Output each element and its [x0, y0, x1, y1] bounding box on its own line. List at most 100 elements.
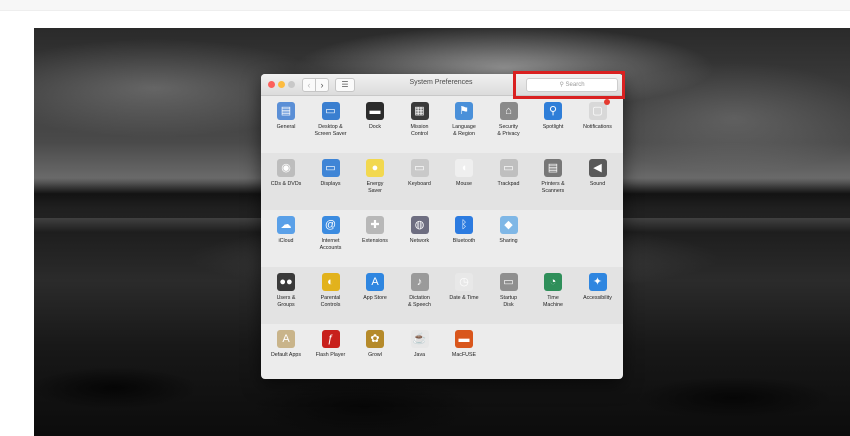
preference-label: Energy Saver — [366, 181, 384, 194]
preference-pane[interactable]: ◍ Network — [398, 216, 442, 245]
preference-pane[interactable]: ▭ Desktop & Screen Saver — [309, 102, 353, 137]
preference-label: Flash Player — [315, 352, 346, 358]
preference-pane[interactable]: ▭ Keyboard — [398, 159, 442, 188]
preference-label: Growl — [368, 352, 382, 358]
printer-icon: ▤ — [544, 159, 562, 177]
app-store-icon: A — [366, 273, 384, 291]
preference-pane[interactable]: ◉ CDs & DVDs — [264, 159, 308, 188]
desktop-icon: ▭ — [321, 102, 340, 120]
preference-label: Dictation & Speech — [408, 295, 431, 308]
preference-pane[interactable]: ●● Users & Groups — [264, 273, 308, 308]
preference-label: Internet Accounts — [319, 238, 342, 251]
preference-pane[interactable]: ◔ Time Machine — [531, 273, 575, 308]
preference-label: Mouse — [456, 181, 472, 187]
house-lock-icon: ⌂ — [499, 102, 518, 120]
preference-pane[interactable]: ƒ Flash Player — [309, 330, 353, 359]
microphone-icon: ♪ — [410, 273, 429, 291]
preference-pane[interactable]: ▤ General — [264, 102, 308, 131]
preference-pane[interactable]: @ Internet Accounts — [309, 216, 353, 251]
preference-pane[interactable]: ▬ MacFUSE — [442, 330, 486, 359]
preference-pane[interactable]: ● Energy Saver — [353, 159, 397, 194]
preference-label: General — [276, 124, 296, 130]
preference-pane[interactable]: ◷ Date & Time — [442, 273, 486, 302]
preference-label: Bluetooth — [452, 238, 476, 244]
preference-pane[interactable]: ✦ Accessibility — [576, 273, 620, 302]
preference-row: ●● Users & Groups ◐ Parental Controls A App S… — [261, 267, 623, 324]
trackpad-icon: ▭ — [499, 159, 518, 177]
flash-icon: ƒ — [321, 330, 340, 348]
preference-pane[interactable]: ◆ Sharing — [487, 216, 531, 245]
preference-pane[interactable]: ▢ Notifications — [576, 99, 620, 131]
preference-pane[interactable]: ᛒ Bluetooth — [442, 216, 486, 245]
preference-label: MacFUSE — [451, 352, 477, 358]
preference-label: Mission Control — [410, 124, 429, 137]
preference-label: Users & Groups — [276, 295, 296, 308]
notifications-icon: ▢ — [588, 99, 610, 120]
preference-pane[interactable]: ◖ Mouse — [442, 159, 486, 188]
preference-pane[interactable]: ✚ Extensions — [353, 216, 397, 245]
time-machine-icon: ◔ — [544, 273, 562, 291]
preference-pane[interactable]: ◐ Parental Controls — [309, 273, 353, 308]
show-all-button[interactable]: ☰ — [335, 78, 355, 92]
preference-label: Date & Time — [449, 295, 479, 301]
java-icon: ☕ — [410, 330, 429, 348]
spotlight-icon: ⚲ — [544, 102, 562, 120]
preference-label: Accessibility — [583, 295, 612, 301]
forward-button[interactable]: › — [315, 78, 329, 92]
preference-pane[interactable]: ⚑ Language & Region — [442, 102, 486, 137]
preference-label: Trackpad — [497, 181, 520, 187]
preference-pane[interactable]: ▭ Startup Disk — [487, 273, 531, 308]
preference-pane[interactable]: ⚲ Spotlight — [531, 102, 575, 131]
preference-label: Printers & Scanners — [541, 181, 565, 194]
preference-row: A Default Apps ƒ Flash Player ✿ Growl ☕ Java ▬ Ma… — [261, 324, 623, 379]
preference-label: iCloud — [278, 238, 294, 244]
preference-pane[interactable]: ▬ Dock — [353, 102, 397, 131]
mouse-icon: ◖ — [455, 159, 473, 177]
system-preferences-window: ‹ › ☰ System Preferences ⚲ Search ▤ Gener… — [261, 74, 623, 379]
clock-icon: ◷ — [455, 273, 473, 291]
minimize-button[interactable] — [278, 81, 285, 88]
preference-row: ▤ General ▭ Desktop & Screen Saver ▬ Dock ▦ Mis… — [261, 96, 623, 153]
preference-pane[interactable]: ◀ Sound — [576, 159, 620, 188]
sharing-icon: ◆ — [499, 216, 518, 234]
preference-label: Network — [409, 238, 430, 244]
preference-pane[interactable]: ♪ Dictation & Speech — [398, 273, 442, 308]
display-icon: ▭ — [321, 159, 340, 177]
preference-label: Parental Controls — [320, 295, 341, 308]
back-button[interactable]: ‹ — [302, 78, 316, 92]
users-icon: ●● — [277, 273, 295, 291]
preference-pane[interactable]: ▤ Printers & Scanners — [531, 159, 575, 194]
general-icon: ▤ — [277, 102, 295, 120]
preference-pane[interactable]: ⌂ Security & Privacy — [487, 102, 531, 137]
preference-pane[interactable]: ☕ Java — [398, 330, 442, 359]
flag-icon: ⚑ — [455, 102, 473, 120]
preference-label: Time Machine — [542, 295, 564, 308]
preference-row: ☁ iCloud @ Internet Accounts ✚ Extensions ◍ Net… — [261, 210, 623, 267]
preference-label: Extensions — [362, 238, 388, 244]
preference-pane[interactable]: A App Store — [353, 273, 397, 302]
hard-drive-icon: ▭ — [499, 273, 518, 291]
preference-label: Keyboard — [408, 181, 431, 187]
preference-pane[interactable]: A Default Apps — [264, 330, 308, 359]
preference-label: Desktop & Screen Saver — [314, 124, 347, 137]
preference-row: ◉ CDs & DVDs ▭ Displays ● Energy Saver ▭ Keyboa… — [261, 153, 623, 210]
preference-label: Default Apps — [270, 352, 302, 358]
window-title: System Preferences — [409, 79, 473, 86]
preference-label: Language & Region — [452, 124, 476, 137]
mission-control-icon: ▦ — [410, 102, 429, 120]
preference-label: Spotlight — [542, 124, 564, 130]
preference-pane[interactable]: ▭ Displays — [309, 159, 353, 188]
preference-pane[interactable]: ▦ Mission Control — [398, 102, 442, 137]
close-button[interactable] — [268, 81, 275, 88]
disc-icon: ◉ — [277, 159, 295, 177]
preference-label: Notifications — [583, 124, 612, 130]
bluetooth-icon: ᛒ — [455, 216, 473, 234]
preference-label: CDs & DVDs — [270, 181, 302, 187]
zoom-button[interactable] — [288, 81, 295, 88]
growl-icon: ✿ — [366, 330, 384, 348]
preference-pane[interactable]: ▭ Trackpad — [487, 159, 531, 188]
top-bar — [0, 0, 850, 11]
preference-pane[interactable]: ☁ iCloud — [264, 216, 308, 245]
keyboard-icon: ▭ — [410, 159, 429, 177]
preference-pane[interactable]: ✿ Growl — [353, 330, 397, 359]
